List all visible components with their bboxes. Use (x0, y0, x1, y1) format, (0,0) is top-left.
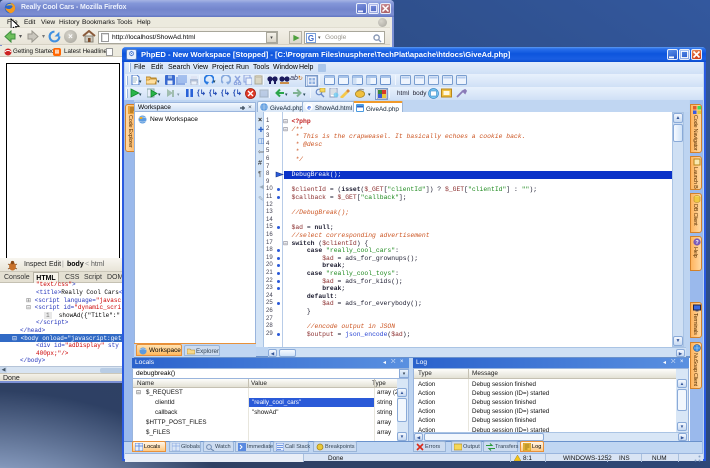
svg-text:e: e (307, 105, 311, 112)
